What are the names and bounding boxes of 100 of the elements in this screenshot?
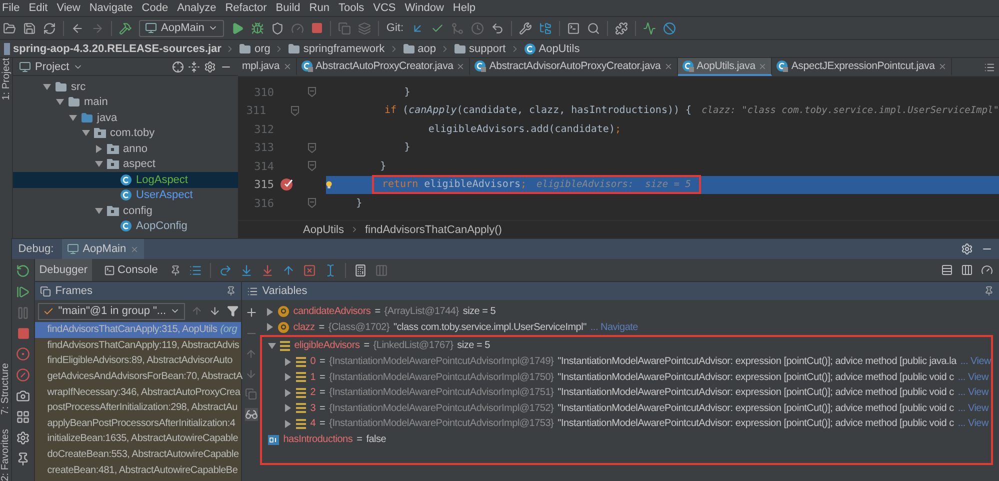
menu-item[interactable]: Tools <box>338 2 364 14</box>
add-icon[interactable] <box>244 306 258 319</box>
menu-item[interactable]: Edit <box>28 2 48 14</box>
stack-frame[interactable]: getAdvicesAndAdvisorsForBean:70, AbstractA <box>35 368 242 384</box>
search-icon[interactable] <box>586 22 600 34</box>
expanded-arrow-icon[interactable] <box>95 206 103 215</box>
variable-row[interactable]: candidateAdvisors = {ArrayList@1744} size = 5 <box>260 304 999 320</box>
expanded-arrow-icon[interactable] <box>69 114 77 122</box>
tree-item[interactable]: AopConfig <box>13 218 238 234</box>
project-title[interactable]: Project <box>35 60 70 72</box>
frames-list-icon[interactable] <box>188 264 202 276</box>
stack-frame[interactable]: createBean:481, AbstractAutowireCapableBe <box>35 462 242 478</box>
menu-item[interactable]: Help <box>452 2 476 14</box>
fold-marker-icon[interactable] <box>308 87 316 98</box>
stop-icon[interactable] <box>16 327 30 340</box>
collapsed-arrow-icon[interactable] <box>266 323 274 332</box>
menu-item[interactable]: Refactor <box>225 2 267 14</box>
stack-frame[interactable]: findAdvisorsThatCanApply:119, AbstractAdvis <box>35 338 242 354</box>
tree-item[interactable]: java <box>13 110 238 126</box>
settings-icon[interactable] <box>204 60 216 72</box>
debugger-tab[interactable]: Console <box>100 259 162 281</box>
hammer-icon[interactable] <box>119 22 132 34</box>
close-icon[interactable] <box>456 62 466 70</box>
menu-item[interactable]: View <box>56 2 80 14</box>
tree-item[interactable]: config <box>13 203 238 218</box>
frames-icon[interactable] <box>40 286 52 296</box>
close-icon[interactable] <box>282 62 292 70</box>
layout-icon[interactable] <box>16 410 30 424</box>
project-tool-tab[interactable]: 1: Project <box>0 58 12 100</box>
menu-item[interactable]: File <box>2 2 20 14</box>
down-arrow-icon[interactable] <box>208 305 220 317</box>
variable-row[interactable]: clazz = {Class@1702} "class com.toby.service.impl.UserServiceImpl" ... Navigate <box>260 320 999 336</box>
expanded-arrow-icon[interactable] <box>56 98 64 106</box>
step-into-icon[interactable] <box>240 264 253 276</box>
close-icon[interactable] <box>130 244 140 254</box>
menu-item[interactable]: Analyze <box>177 2 216 14</box>
pin-icon[interactable] <box>226 286 236 296</box>
close-icon[interactable] <box>664 62 673 70</box>
menu-item[interactable]: Code <box>142 2 168 14</box>
collapsed-arrow-icon[interactable] <box>284 358 292 366</box>
breadcrumb-item[interactable]: AopUtils <box>303 224 344 236</box>
save-icon[interactable] <box>23 22 36 34</box>
menu-item[interactable]: Build <box>276 2 300 14</box>
variable-row[interactable]: 0 = {InstantiationModelAwarePointcutAdvisorImpl@1749} "InstantiationModelAwarePointcutAdvisor: expression [pointCut()]; advice method [public java.la ... View <box>262 354 991 370</box>
collapse-icon[interactable] <box>188 60 200 72</box>
tool-window-tab[interactable]: 7: Structure <box>0 363 12 415</box>
stack-frame[interactable]: initializeBean:1635, AbstractAutowireCapable <box>35 431 242 447</box>
resume-icon[interactable] <box>16 285 30 299</box>
commit-check-icon[interactable] <box>430 22 444 34</box>
breadcrumb-item[interactable]: springframework <box>288 42 385 54</box>
revert-icon[interactable] <box>490 22 504 34</box>
pin-icon[interactable] <box>170 264 181 276</box>
back-arrow-icon[interactable] <box>71 22 84 34</box>
breakpoint-icon[interactable] <box>280 178 292 192</box>
stack-frame[interactable]: findEligibleAdvisors:89, AbstractAdvisorAuto <box>35 353 242 369</box>
locate-icon[interactable] <box>172 60 184 72</box>
tree-item[interactable]: LogAspect <box>13 172 238 188</box>
menu-item[interactable]: Navigate <box>89 2 133 14</box>
stop-icon[interactable] <box>311 22 324 34</box>
wrench-icon[interactable] <box>518 22 532 34</box>
camera-icon[interactable] <box>16 389 30 403</box>
tool-window-tab[interactable]: 2: Favorites <box>0 428 12 481</box>
fold-marker-icon[interactable] <box>308 161 316 172</box>
close-icon[interactable] <box>758 62 768 70</box>
rows-icon[interactable] <box>941 264 953 276</box>
memory-icon[interactable] <box>981 264 993 276</box>
collapsed-arrow-icon[interactable] <box>284 373 292 382</box>
tree-item[interactable]: anno <box>13 141 238 156</box>
breadcrumb-item[interactable]: org <box>239 42 270 54</box>
rerun-icon[interactable] <box>16 264 30 278</box>
step-out-icon[interactable] <box>282 264 295 276</box>
fold-marker-icon[interactable] <box>291 106 300 116</box>
variable-row[interactable]: 3 = {InstantiationModelAwarePointcutAdvisorImpl@1752} "InstantiationModelAwarePointcutAdvisor: expression [pointCut()]; advice method [public void c ... View <box>262 400 991 416</box>
project-icon[interactable] <box>19 60 31 72</box>
settings-icon[interactable] <box>16 431 30 445</box>
editor-tab[interactable]: AbstractAutoProxyCreator.java <box>296 58 470 76</box>
pin-icon[interactable] <box>16 452 30 466</box>
variable-row[interactable]: 4 = {InstantiationModelAwarePointcutAdvisorImpl@1753} "InstantiationModelAwarePointcutAdvisor: expression [pointCut()]; advice method [public void c ... View <box>262 416 991 432</box>
fold-marker-icon[interactable] <box>308 142 316 153</box>
stack-frame[interactable]: wrapIfNecessary:346, AbstractAutoProxyCrea <box>35 384 242 400</box>
variable-row[interactable]: eligibleAdvisors = {LinkedList@1767} size = 5 <box>262 338 991 354</box>
breadcrumb-item[interactable]: aop <box>402 42 436 54</box>
breadcrumb-item[interactable]: AopUtils <box>524 42 580 54</box>
variable-row[interactable]: hasIntroductions = false <box>262 432 991 448</box>
expanded-arrow-icon[interactable] <box>43 82 51 91</box>
collapsed-arrow-icon[interactable] <box>284 388 292 397</box>
variables-icon[interactable] <box>247 286 258 296</box>
evaluate-icon[interactable] <box>354 264 367 276</box>
breadcrumb-item[interactable]: spring-aop-4.3.20.RELEASE-sources.jar <box>4 42 222 54</box>
menu-item[interactable]: Run <box>309 2 330 14</box>
expanded-arrow-icon[interactable] <box>82 129 90 138</box>
breadcrumb-item[interactable]: findAdvisorsThatCanApply() <box>364 224 502 236</box>
debugger-tab[interactable]: Debugger <box>35 259 92 281</box>
breakpoints-icon[interactable] <box>16 347 30 361</box>
thread-dropdown[interactable]: "main"@1 in group "... <box>38 302 186 320</box>
folder-icon[interactable] <box>3 22 16 34</box>
activity-icon[interactable] <box>642 22 656 34</box>
menu-item[interactable]: VCS <box>373 2 396 14</box>
editor-tab[interactable]: AopUtils.java <box>678 58 772 76</box>
stack-frame[interactable]: doCreateBean:553, AbstractAutowireCapable <box>35 446 242 462</box>
